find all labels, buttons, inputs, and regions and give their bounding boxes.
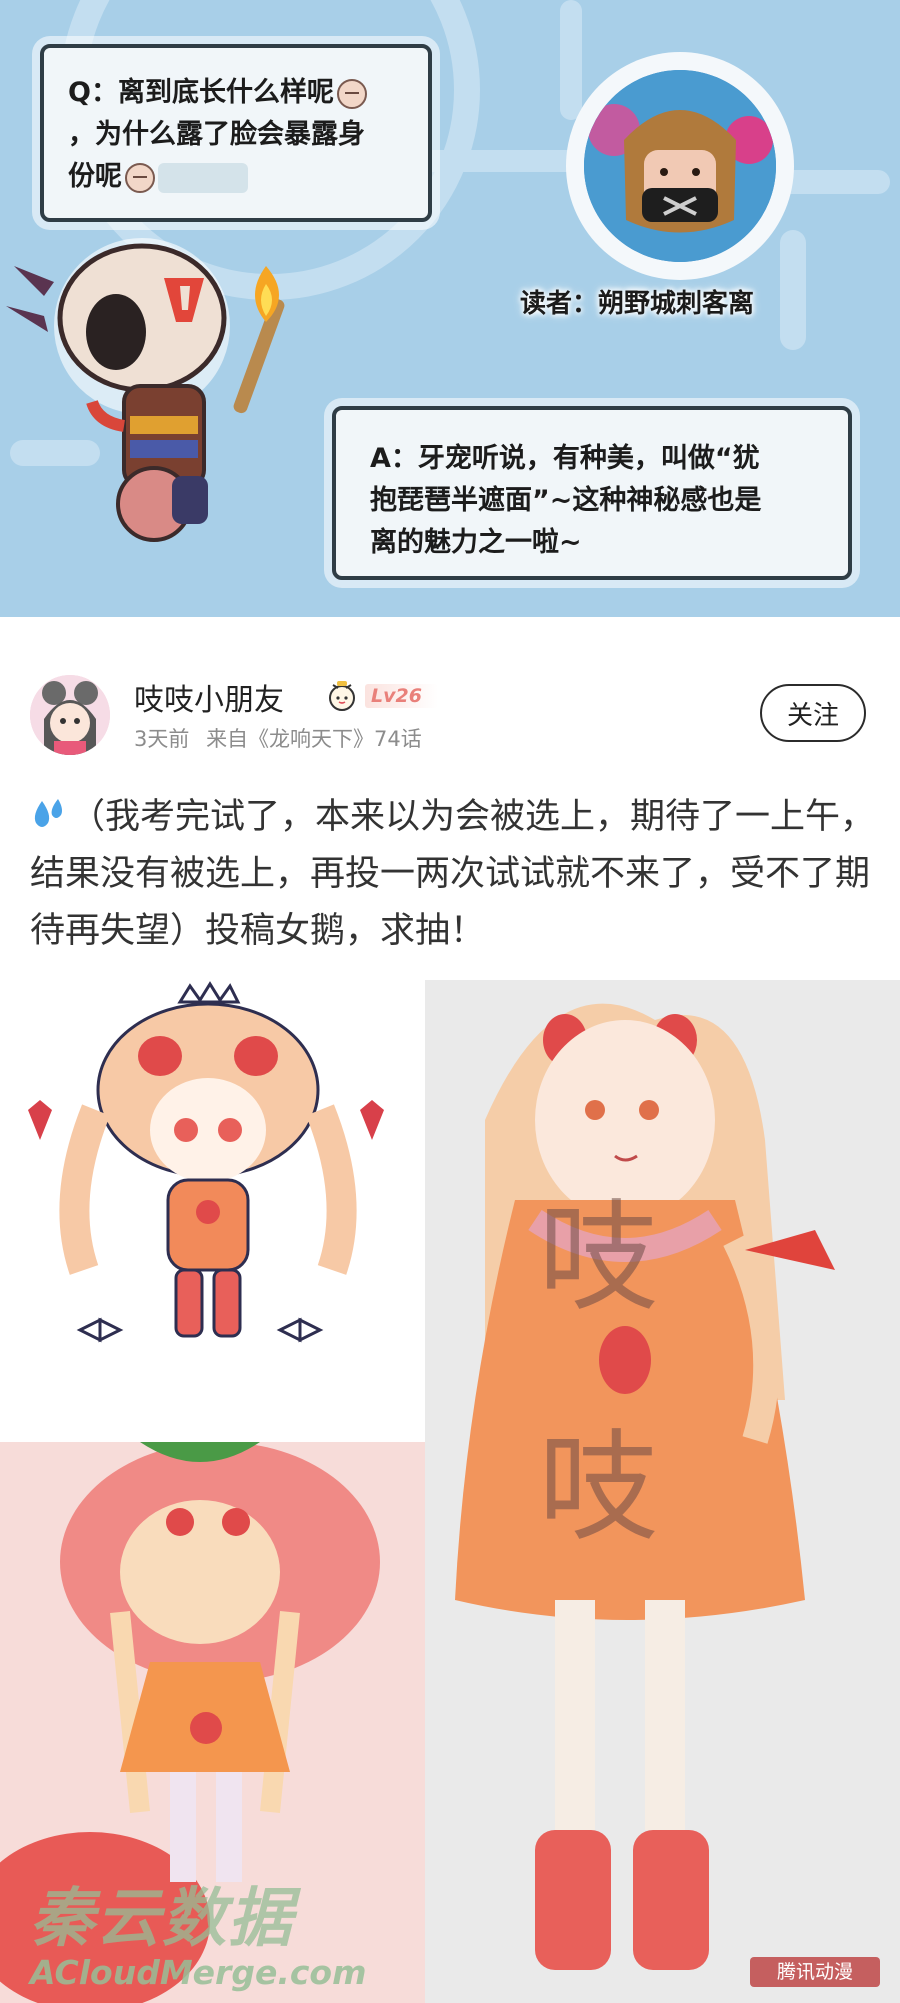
reader-label: 读者：朔野城刺客离 [520, 289, 755, 319]
post-source[interactable]: 来自《龙响天下》74话 [206, 727, 422, 751]
question-line: ，为什么露了脸会暴露身 [68, 119, 365, 150]
masked-character-icon [584, 70, 776, 262]
user-avatar[interactable] [30, 675, 110, 755]
alarm-clock-badge-icon [329, 681, 355, 711]
site-logo-watermark: 腾讯动漫 [750, 1957, 880, 1987]
image-watermark: 吱 [538, 1189, 658, 1328]
post-image[interactable]: 吱 吱 [425, 980, 900, 2003]
answer-bubble: A：牙宠听说，有种美，叫做“犹 抱琵琶半遮面”~这种神秘感也是 离的魅力之一啦~ [332, 406, 852, 580]
post-time: 3天前 [134, 727, 190, 751]
cloud-logo-watermark: 秦云数据 ACloudMerge.com [30, 1882, 367, 1992]
face-emoji-icon [336, 78, 367, 109]
question-line: Q：离到底长什么样呢 [68, 72, 408, 114]
face-emoji-icon [125, 162, 155, 193]
background-stroke [780, 230, 806, 350]
background-stroke [560, 0, 582, 120]
chibi-strawberry-girl-illustration [28, 981, 384, 1343]
level-badge: Lv26 [325, 679, 438, 713]
qa-panel: Q：离到底长什么样呢 ，为什么露了脸会暴露身 份呢 读者：朔野城刺客离 A：牙宠… [0, 0, 900, 617]
answer-line: 离的魅力之一啦~ [370, 527, 582, 558]
sweat-drops-icon [34, 799, 62, 827]
girl-avatar-icon [30, 675, 110, 755]
follow-button[interactable]: 关注 [760, 684, 866, 742]
question-bubble: Q：离到底长什么样呢 ，为什么露了脸会暴露身 份呢 [40, 44, 432, 222]
post-body: （我考完试了，本来以为会被选上，期待了一上午，结果没有被选上，再投一两次试试就不… [30, 789, 876, 960]
reader-avatar-image [584, 70, 776, 262]
user-post: 吱吱小朋友 Lv26 3天前 来自《龙响天下》74话 关注 （我考完试了，本来以… [0, 617, 900, 2003]
answer-line: A：牙宠听说，有种美，叫做“犹 [370, 443, 760, 474]
username[interactable]: 吱吱小朋友 [134, 675, 284, 719]
post-image[interactable] [0, 980, 425, 1442]
post-body-text: （我考完试了，本来以为会被选上，期待了一上午，结果没有被选上，再投一两次试试就不… [30, 797, 876, 951]
skull-mascot-icon [6, 238, 285, 542]
level-text: Lv26 [365, 684, 438, 708]
post-meta: 3天前 来自《龙响天下》74话 [134, 723, 422, 753]
standing-strawberry-girl-painting [425, 980, 900, 2003]
question-line: 份呢 [68, 156, 408, 198]
answer-line: 抱琵琶半遮面”~这种神秘感也是 [370, 485, 762, 516]
reader-avatar [566, 52, 794, 280]
image-watermark: 吱 [538, 1419, 658, 1558]
blurred-text [158, 162, 248, 193]
